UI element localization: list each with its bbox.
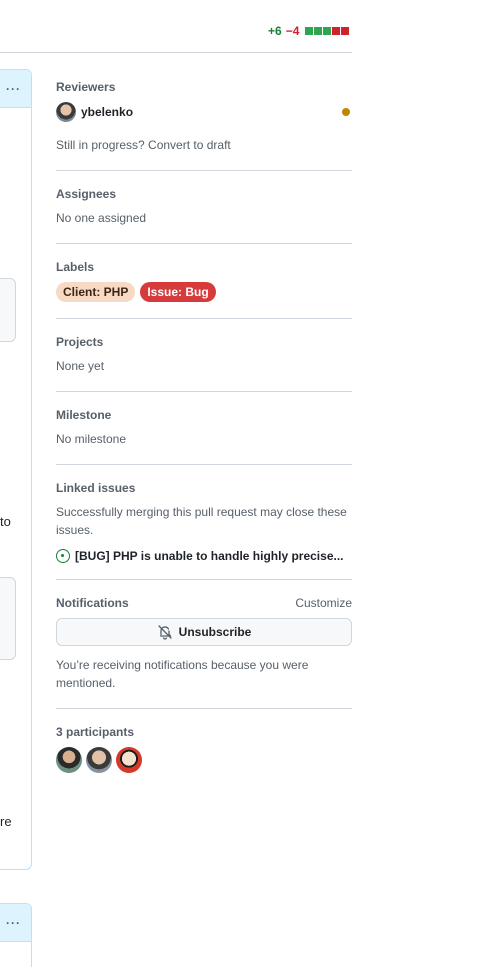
comment-text-fragment: to — [0, 514, 11, 529]
convert-to-draft-link[interactable]: Still in progress? Convert to draft — [56, 136, 352, 154]
labels-section: Labels Client: PHP Issue: Bug — [56, 260, 352, 319]
participants-heading-label: 3 participants — [56, 725, 135, 739]
timeline-comment-card: ··· — [0, 903, 32, 967]
comment-text-fragment: re — [0, 814, 12, 829]
reviewer-item: ybelenko — [56, 102, 352, 122]
avatar[interactable] — [56, 102, 76, 122]
projects-section: Projects None yet — [56, 335, 352, 392]
participants-list — [56, 747, 352, 773]
code-block-fragment — [0, 577, 16, 660]
participant-avatar[interactable] — [56, 747, 82, 773]
linked-issues-description: Successfully merging this pull request m… — [56, 505, 347, 537]
comment-header: ··· — [0, 904, 31, 942]
label-client-php[interactable]: Client: PHP — [56, 282, 136, 302]
assignees-heading[interactable]: Assignees — [56, 187, 352, 201]
reviewers-heading[interactable]: Reviewers — [56, 80, 352, 94]
diffstat: +6 −4 — [268, 24, 350, 38]
milestone-heading[interactable]: Milestone — [56, 408, 352, 422]
diffstat-block — [305, 27, 314, 35]
linked-issues-heading: Linked issues — [56, 481, 352, 495]
comment-header: ··· — [0, 70, 31, 108]
customize-link[interactable]: Customize — [295, 596, 352, 610]
assignees-heading-label: Assignees — [56, 187, 117, 201]
notifications-heading: Notifications — [56, 596, 129, 610]
timeline-comment-card: ··· — [0, 69, 32, 870]
diffstat-block — [323, 27, 332, 35]
kebab-horizontal-icon[interactable]: ··· — [6, 82, 21, 96]
pr-sidebar: Reviewers ybelenko Still in progress? Co… — [56, 80, 352, 805]
projects-value: None yet — [56, 359, 105, 373]
issue-opened-icon — [56, 549, 70, 563]
kebab-horizontal-icon[interactable]: ··· — [6, 916, 21, 930]
reviewer-name[interactable]: ybelenko — [81, 105, 133, 119]
milestone-value: No milestone — [56, 432, 127, 446]
review-pending-icon — [342, 108, 350, 116]
participant-avatar[interactable] — [86, 747, 112, 773]
milestone-heading-label: Milestone — [56, 408, 112, 422]
projects-heading[interactable]: Projects — [56, 335, 352, 349]
participant-avatar[interactable] — [116, 747, 142, 773]
notifications-reason: You’re receiving notifications because y… — [56, 658, 309, 690]
linked-issues-heading-label: Linked issues — [56, 481, 136, 495]
diffstat-blocks — [305, 27, 350, 35]
participants-heading: 3 participants — [56, 725, 352, 739]
linked-issue-item[interactable]: [BUG] PHP is unable to handle highly pre… — [56, 549, 352, 563]
notifications-header: Notifications Customize — [56, 596, 352, 610]
bell-slash-icon — [158, 625, 172, 640]
unsubscribe-button[interactable]: Unsubscribe — [56, 618, 352, 646]
participants-section: 3 participants — [56, 725, 352, 789]
notifications-section: Notifications Customize Unsubscribe You’… — [56, 596, 352, 709]
projects-heading-label: Projects — [56, 335, 104, 349]
reviewers-section: Reviewers ybelenko Still in progress? Co… — [56, 80, 352, 171]
unsubscribe-label: Unsubscribe — [178, 625, 252, 639]
linked-issues-section: Linked issues Successfully merging this … — [56, 481, 352, 580]
diffstat-block — [332, 27, 341, 35]
labels-heading[interactable]: Labels — [56, 260, 352, 274]
code-block-fragment — [0, 278, 16, 342]
diffstat-block — [341, 27, 350, 35]
assignees-value: No one assigned — [56, 211, 147, 225]
labels-heading-label: Labels — [56, 260, 95, 274]
assignees-section: Assignees No one assigned — [56, 187, 352, 244]
diffstat-block — [314, 27, 323, 35]
diff-additions: +6 — [268, 24, 282, 38]
reviewers-heading-label: Reviewers — [56, 80, 116, 94]
diff-deletions: −4 — [285, 24, 300, 38]
linked-issue-title[interactable]: [BUG] PHP is unable to handle highly pre… — [75, 549, 344, 563]
label-issue-bug[interactable]: Issue: Bug — [140, 282, 216, 302]
header-divider — [0, 52, 352, 53]
milestone-section: Milestone No milestone — [56, 408, 352, 465]
